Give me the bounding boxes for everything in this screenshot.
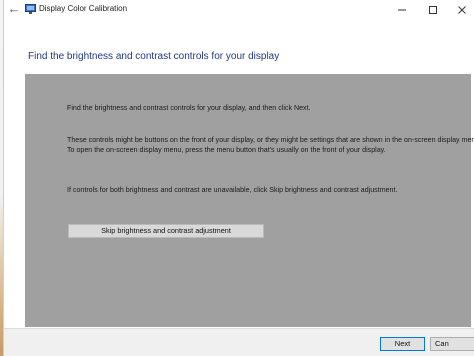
- close-button[interactable]: [448, 0, 474, 19]
- content-panel: Find the brightness and contrast control…: [25, 74, 474, 327]
- footer-bar: Next Can: [4, 328, 474, 356]
- display-icon: [25, 4, 36, 14]
- page-heading: Find the brightness and contrast control…: [28, 51, 280, 62]
- instruction-paragraph-1: Find the brightness and contrast control…: [67, 104, 311, 112]
- back-arrow-icon[interactable]: ←: [6, 1, 22, 17]
- title-bar: ← Display Color Calibration: [4, 0, 474, 19]
- minimize-icon: [398, 9, 406, 10]
- maximize-icon: [429, 5, 437, 14]
- close-icon: [458, 5, 466, 14]
- instruction-paragraph-2: These controls might be buttons on the f…: [67, 136, 474, 154]
- window-title: Display Color Calibration: [39, 4, 128, 13]
- skip-adjustment-button[interactable]: Skip brightness and contrast adjustment: [68, 224, 264, 238]
- maximize-button[interactable]: [419, 0, 447, 19]
- calibration-window: ← Display Color Calibration Find the bri…: [3, 0, 474, 356]
- next-button[interactable]: Next: [380, 337, 425, 351]
- minimize-button[interactable]: [388, 0, 416, 19]
- cancel-button[interactable]: Can: [430, 337, 474, 351]
- instruction-paragraph-3: If controls for both brightness and cont…: [67, 186, 398, 194]
